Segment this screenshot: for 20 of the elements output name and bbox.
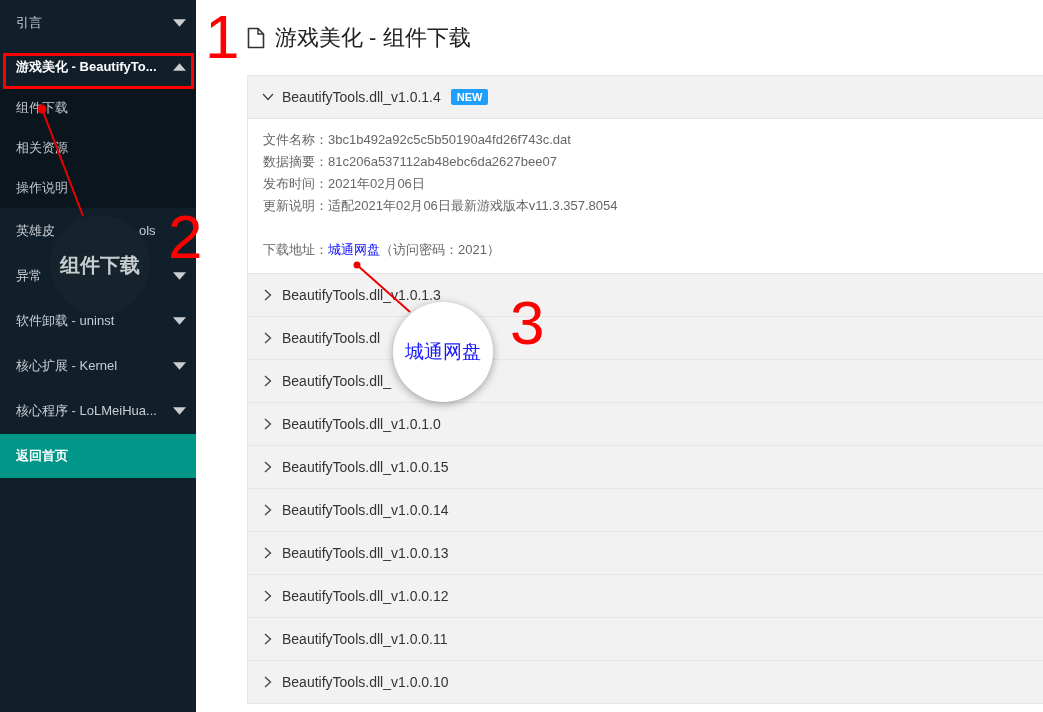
step-number: 1 (205, 12, 240, 62)
release-name: BeautifyTools.dll_v1.0.0.13 (282, 545, 449, 561)
release-name: BeautifyTools.dll_v1.0.0.12 (282, 588, 449, 604)
detail-line: 发布时间：2021年02月06日 (263, 175, 426, 193)
new-badge: NEW (450, 89, 489, 105)
release-name: BeautifyTools.dll_v1.0.0.15 (282, 459, 449, 475)
detail-line: 数据摘要：81c206a537112ab48ebc6da2627bee07 (263, 153, 558, 171)
release-name: BeautifyTools.dll_v1.0.0.10 (282, 674, 449, 690)
release-name: BeautifyTools.dll_v1.0.0.14 (282, 502, 449, 518)
page-title: 游戏美化 - 组件下载 (275, 23, 471, 52)
password-note: （访问密码：2021） (380, 241, 500, 259)
release-name: BeautifyTools.dll_ (282, 373, 391, 389)
detail-line: 文件名称：3bc1b492a92c5c5b50190a4fd26f743c.dat (263, 131, 572, 149)
release-name: BeautifyTools.dll_v1.0.1.4 (282, 89, 441, 105)
magnified-text: 组件下载 (60, 252, 140, 278)
download-label: 下载地址： (263, 241, 328, 259)
release-name: BeautifyTools.dll_v1.0.1.0 (282, 416, 441, 432)
release-name: BeautifyTools.dl (282, 330, 381, 346)
detail-line: 更新说明：适配2021年02月06日最新游戏版本v11.3.357.8054 (263, 197, 619, 215)
release-name: BeautifyTools.dll_v1.0.0.11 (282, 631, 448, 647)
